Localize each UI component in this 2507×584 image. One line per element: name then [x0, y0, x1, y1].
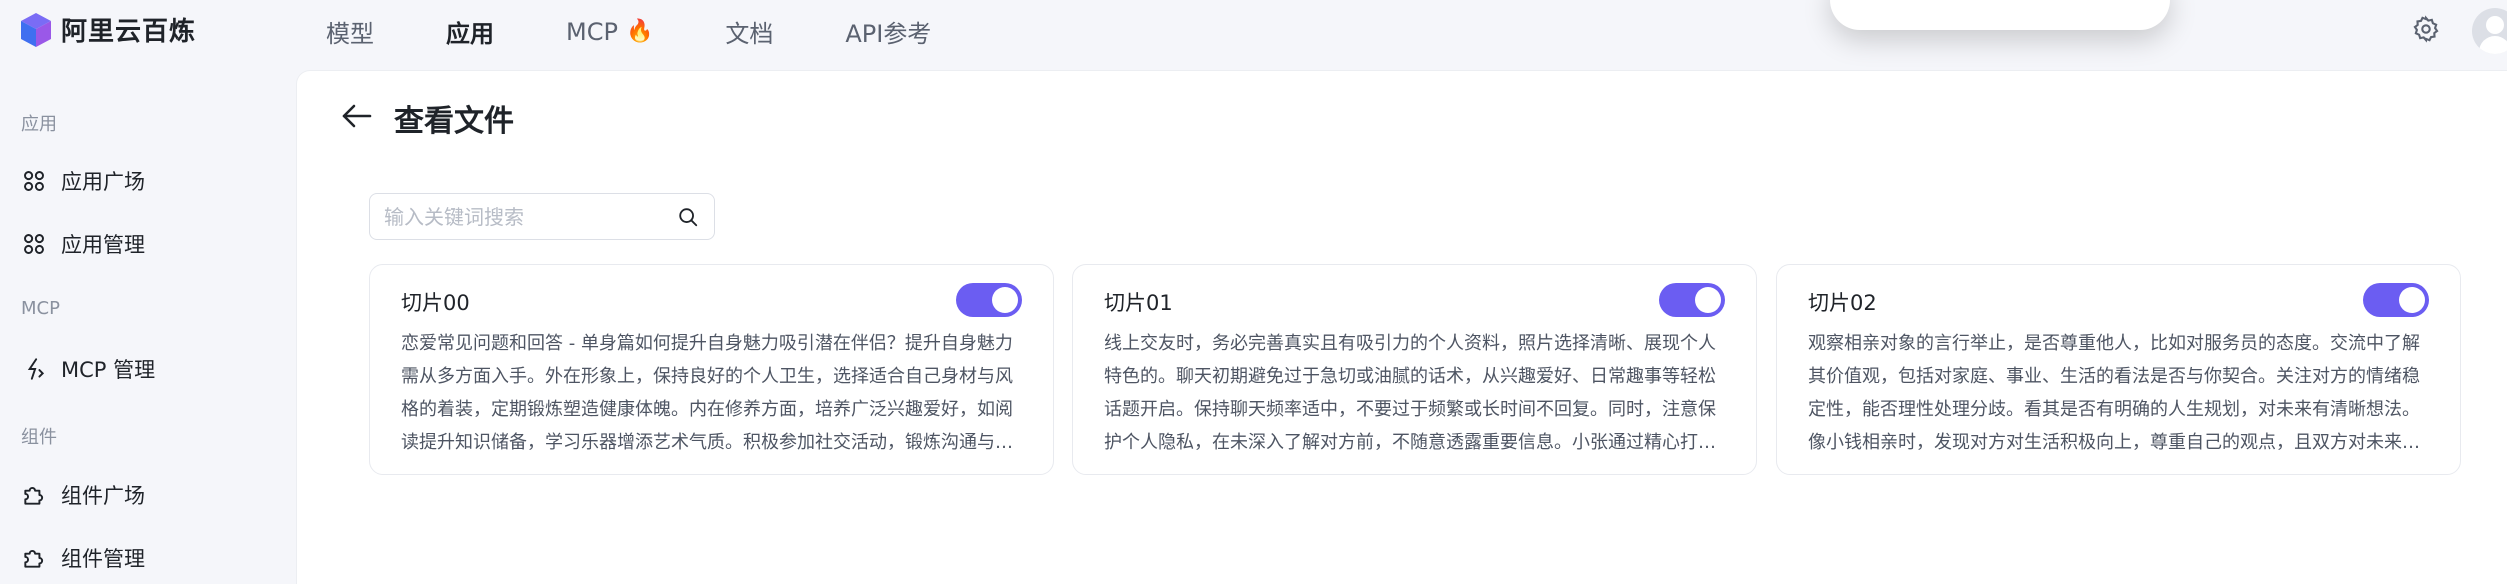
chunk-enabled-toggle[interactable]: [1659, 283, 1725, 317]
chunk-card[interactable]: 切片02 观察相亲对象的言行举止，是否尊重他人，比如对服务员的态度。交流中了解其…: [1776, 264, 2461, 475]
search-icon[interactable]: [677, 206, 699, 228]
sidebar-item-app-plaza[interactable]: 应用广场: [21, 166, 145, 196]
search-box: [369, 193, 715, 240]
chunk-enabled-toggle[interactable]: [956, 283, 1022, 317]
sidebar-item-mcp-management[interactable]: MCP 管理: [21, 354, 155, 384]
sidebar-item-app-management[interactable]: 应用管理: [21, 229, 145, 259]
chunk-title: 切片00: [401, 291, 470, 315]
nav-item-api-reference[interactable]: API参考: [845, 14, 931, 49]
sidebar-item-component-management[interactable]: 组件管理: [21, 543, 145, 573]
logo-icon: [21, 12, 51, 47]
nav-item-mcp[interactable]: MCP 🔥: [566, 18, 653, 46]
search-input[interactable]: [384, 202, 664, 232]
sidebar-item-component-plaza[interactable]: 组件广场: [21, 480, 145, 510]
back-arrow-icon[interactable]: [340, 100, 374, 132]
puzzle-icon: [24, 487, 44, 505]
sidebar: 应用 应用广场 应用管理 MCP MCP 管理 组件 组件广场 组件管理: [0, 62, 296, 584]
chunk-text: 恋爱常见问题和回答 - 单身篇如何提升自身魅力吸引潜在伴侣？提升自身魅力需从多方…: [401, 333, 1013, 453]
top-nav: 模型 应用 MCP 🔥 文档 API参考: [326, 14, 1003, 49]
flame-icon: 🔥: [625, 19, 654, 44]
nav-item-models[interactable]: 模型: [326, 14, 374, 49]
sidebar-group-mcp: MCP: [21, 298, 60, 319]
top-bar: 阿里云百炼 模型 应用 MCP 🔥 文档 API参考: [0, 0, 2507, 62]
chunk-text: 观察相亲对象的言行举止，是否尊重他人，比如对服务员的态度。交流中了解其价值观，包…: [1808, 333, 2420, 453]
sidebar-group-apps: 应用: [21, 114, 57, 135]
chunk-enabled-toggle[interactable]: [2363, 283, 2429, 317]
chunk-text: 线上交友时，务必完善真实且有吸引力的个人资料，照片选择清晰、展现个人特色的。聊天…: [1104, 333, 1716, 453]
chunk-title: 切片02: [1808, 291, 1877, 315]
app-name: 阿里云百炼: [61, 17, 197, 47]
chunk-title: 切片01: [1104, 291, 1173, 315]
grid-icon: [24, 234, 44, 254]
chunk-card[interactable]: 切片00 恋爱常见问题和回答 - 单身篇如何提升自身魅力吸引潜在伴侣？提升自身魅…: [369, 264, 1054, 475]
avatar[interactable]: [2472, 8, 2507, 54]
puzzle-icon: [24, 550, 44, 568]
page-title: 查看文件: [394, 104, 514, 139]
nav-item-apps[interactable]: 应用: [446, 14, 494, 49]
chunk-card[interactable]: 切片01 线上交友时，务必完善真实且有吸引力的个人资料，照片选择清晰、展现个人特…: [1072, 264, 1757, 475]
sidebar-group-components: 组件: [21, 427, 57, 448]
nav-item-docs[interactable]: 文档: [725, 14, 773, 49]
app-logo[interactable]: 阿里云百炼: [19, 11, 196, 48]
top-overlay-shadow: [1830, 0, 2170, 30]
grid-icon: [24, 171, 44, 191]
gear-icon[interactable]: [2412, 15, 2440, 43]
spark-icon: [27, 358, 45, 380]
